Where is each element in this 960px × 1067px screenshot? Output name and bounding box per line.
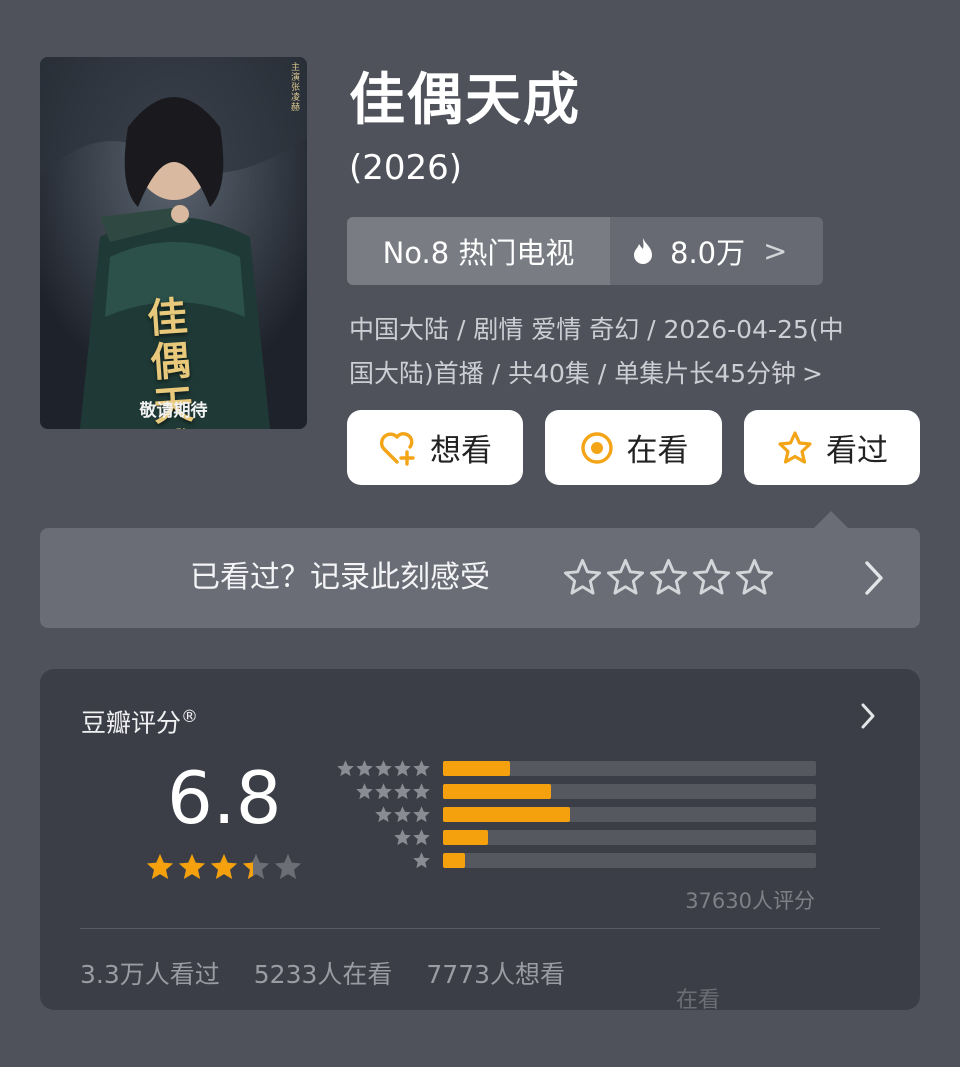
poster-cast: 主演 张凌赫 <box>291 63 301 113</box>
rating-bar-track <box>443 807 816 822</box>
meta-info[interactable]: 中国大陆 / 剧情 爱情 奇幻 / 2026-04-25(中 国大陆)首播 / … <box>349 308 929 396</box>
stat-want[interactable]: 7773人想看 <box>426 955 565 991</box>
star-icon <box>394 760 411 777</box>
want-button[interactable]: 想看 <box>347 410 523 485</box>
target-icon <box>580 431 613 464</box>
flame-icon <box>634 238 652 264</box>
row-stars <box>393 828 431 847</box>
rating-bar-track <box>443 784 816 799</box>
star-icon <box>394 806 411 823</box>
rating-bar-fill <box>443 853 466 868</box>
stat-watching[interactable]: 5233人在看 <box>254 955 393 991</box>
star-outline-icon[interactable] <box>692 558 731 597</box>
star-icon <box>394 829 411 846</box>
star-icon <box>146 853 174 879</box>
rating-bar-track <box>443 830 816 845</box>
rating-row-3 <box>336 805 816 823</box>
registered-mark: ® <box>181 707 199 727</box>
watching-button[interactable]: 在看 <box>545 410 722 485</box>
star-icon <box>210 853 238 879</box>
star-outline-icon[interactable] <box>563 558 602 597</box>
meta-line-2-text: 国大陆)首播 / 共40集 / 单集片长45分钟 <box>349 359 797 388</box>
star-outline-icon <box>778 430 812 464</box>
rate-stars[interactable] <box>563 558 774 597</box>
record-prompt[interactable]: 已看过？记录此刻感受 <box>40 528 920 628</box>
record-prompt-text: 已看过？记录此刻感受 <box>190 560 490 595</box>
rating-count: 37630人评分 <box>685 889 815 913</box>
star-icon <box>178 853 206 879</box>
rating-row-1 <box>336 851 816 869</box>
star-icon <box>413 760 430 777</box>
rating-card[interactable]: 豆瓣评分® 6.8 37630人评分 3.3万人看过 5233人在看 7773人… <box>40 669 920 1010</box>
rank-label: No.8 热门电视 <box>347 217 610 285</box>
star-icon <box>242 853 270 879</box>
rating-row-4 <box>336 782 816 800</box>
star-icon <box>413 829 430 846</box>
meta-line-2: 国大陆)首播 / 共40集 / 单集片长45分钟 > <box>349 352 929 396</box>
row-stars <box>336 759 431 778</box>
star-icon <box>394 783 411 800</box>
rating-bar-fill <box>443 830 488 845</box>
watched-label: 看过 <box>826 433 888 469</box>
rating-title: 豆瓣评分® <box>81 702 198 738</box>
prompt-pointer <box>814 511 848 528</box>
rating-row-2 <box>336 828 816 846</box>
divider <box>80 928 880 929</box>
want-label: 想看 <box>430 433 492 469</box>
rating-bar-fill <box>443 807 570 822</box>
star-icon <box>413 806 430 823</box>
star-icon <box>413 783 430 800</box>
chevron-right-icon: > <box>763 234 788 268</box>
page-title: 佳偶天成 <box>349 68 581 133</box>
rating-bar-track <box>443 761 816 776</box>
chevron-right-icon <box>865 561 883 595</box>
watched-button[interactable]: 看过 <box>744 410 920 485</box>
stat-watched[interactable]: 3.3万人看过 <box>80 955 220 991</box>
chevron-right-icon: > <box>802 359 823 388</box>
audience-stats: 3.3万人看过 5233人在看 7773人想看 <box>80 955 565 991</box>
rating-bar-track <box>443 853 816 868</box>
rating-bar-fill <box>443 761 511 776</box>
meta-line-1: 中国大陆 / 剧情 爱情 奇幻 / 2026-04-25(中 <box>349 315 844 344</box>
row-stars <box>374 805 431 824</box>
poster-tagline: 敬请期待 <box>139 401 208 421</box>
heart-plus-icon <box>379 431 415 466</box>
chevron-right-icon <box>861 703 875 729</box>
star-icon <box>375 783 392 800</box>
heat-value: 8.0万 <box>670 236 746 270</box>
rating-bar-fill <box>443 784 552 799</box>
rating-score: 6.8 <box>167 756 282 840</box>
star-outline-icon[interactable] <box>735 558 774 597</box>
star-icon <box>337 760 354 777</box>
star-icon <box>356 783 373 800</box>
row-stars <box>355 782 431 801</box>
heat-section[interactable]: 8.0万 > <box>610 217 823 285</box>
star-icon <box>356 760 373 777</box>
star-icon <box>375 806 392 823</box>
rating-row-5 <box>336 759 816 777</box>
star-outline-icon[interactable] <box>606 558 645 597</box>
row-stars <box>412 851 431 870</box>
rating-stars <box>145 852 303 882</box>
watching-label: 在看 <box>626 433 689 469</box>
star-outline-icon[interactable] <box>649 558 688 597</box>
poster-image[interactable]: 主演 张凌赫 佳偶天成 敬请期待 <box>40 57 307 429</box>
star-icon <box>274 853 302 879</box>
star-icon <box>375 760 392 777</box>
star-icon <box>413 852 430 869</box>
release-year: (2026) <box>349 148 463 188</box>
rank-badge[interactable]: No.8 热门电视 8.0万 > <box>347 217 823 285</box>
rating-title-text: 豆瓣评分 <box>81 708 182 738</box>
watermark: 在看 <box>676 988 721 1013</box>
